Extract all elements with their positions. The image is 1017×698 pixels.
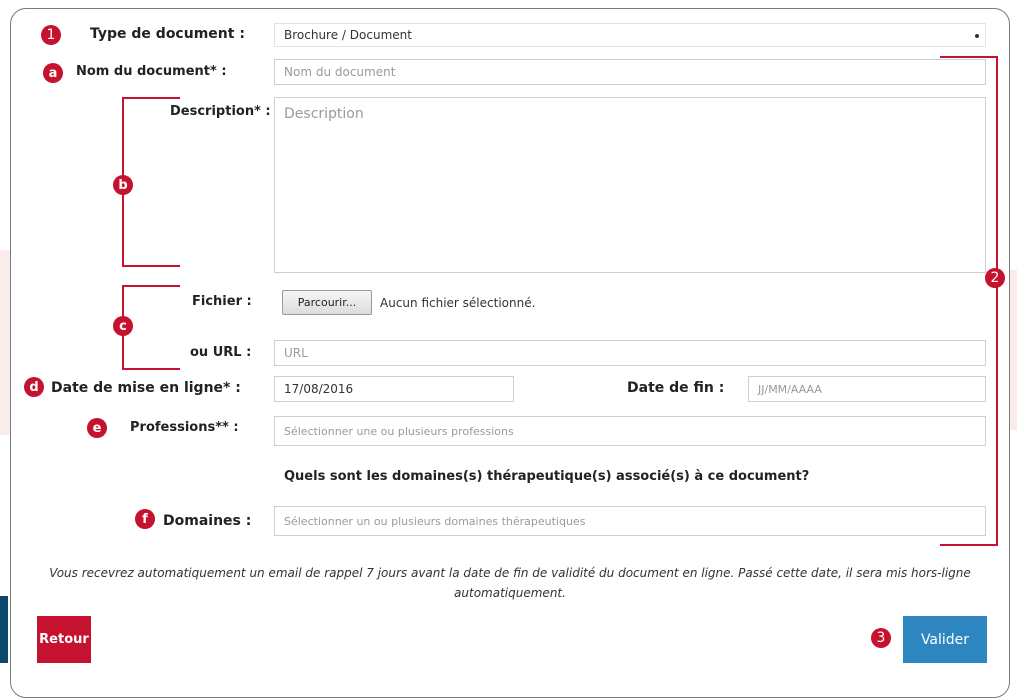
annotation-f-badge: f	[135, 509, 155, 529]
date-online-input[interactable]: 17/08/2016	[274, 376, 514, 402]
left-edge-decoration	[0, 596, 8, 663]
annotation-b-badge: b	[113, 175, 133, 195]
bracket-2-bottom	[940, 544, 998, 546]
name-label: Nom du document* :	[76, 64, 227, 79]
bracket-b-bottom	[122, 265, 180, 267]
annotation-1-badge: 1	[41, 25, 61, 45]
date-end-label: Date de fin :	[627, 380, 725, 396]
file-label: Fichier :	[192, 294, 252, 309]
domains-select[interactable]: Sélectionner un ou plusieurs domaines th…	[274, 506, 986, 536]
reminder-note: Vous recevrez automatiquement un email d…	[49, 566, 971, 600]
bracket-2-top	[940, 56, 998, 58]
date-end-input[interactable]: JJ/MM/AAAA	[748, 376, 986, 402]
description-textarea[interactable]: Description	[274, 97, 986, 273]
annotation-a-badge: a	[43, 63, 63, 83]
back-button[interactable]: Retour	[37, 616, 91, 663]
bracket-b-top	[122, 97, 180, 99]
description-label: Description* :	[170, 104, 271, 119]
bracket-c-bottom	[122, 368, 180, 370]
annotation-2-badge: 2	[985, 268, 1005, 288]
submit-button[interactable]: Valider	[903, 616, 987, 663]
browse-button[interactable]: Parcourir...	[282, 290, 372, 315]
url-label: ou URL :	[190, 345, 252, 360]
bracket-2-vertical	[996, 56, 998, 546]
annotation-d-badge: d	[24, 377, 44, 397]
no-file-text: Aucun fichier sélectionné.	[380, 296, 536, 310]
professions-select[interactable]: Sélectionner une ou plusieurs profession…	[274, 416, 986, 446]
url-input[interactable]: URL	[274, 340, 986, 366]
name-input[interactable]: Nom du document	[274, 59, 986, 85]
annotation-3-badge: 3	[871, 628, 891, 648]
type-select-value: Brochure / Document	[284, 28, 412, 42]
type-label: Type de document :	[90, 26, 245, 42]
professions-label: Professions** :	[130, 420, 239, 435]
type-select[interactable]: Brochure / Document	[274, 23, 986, 47]
annotation-e-badge: e	[87, 418, 107, 438]
annotation-c-badge: c	[113, 316, 133, 336]
dropdown-caret-icon	[975, 34, 979, 38]
domains-label: Domaines :	[163, 513, 252, 529]
bracket-c-top	[122, 285, 180, 287]
domains-question: Quels sont les domaines(s) thérapeutique…	[284, 469, 810, 484]
date-online-label: Date de mise en ligne* :	[51, 380, 241, 396]
